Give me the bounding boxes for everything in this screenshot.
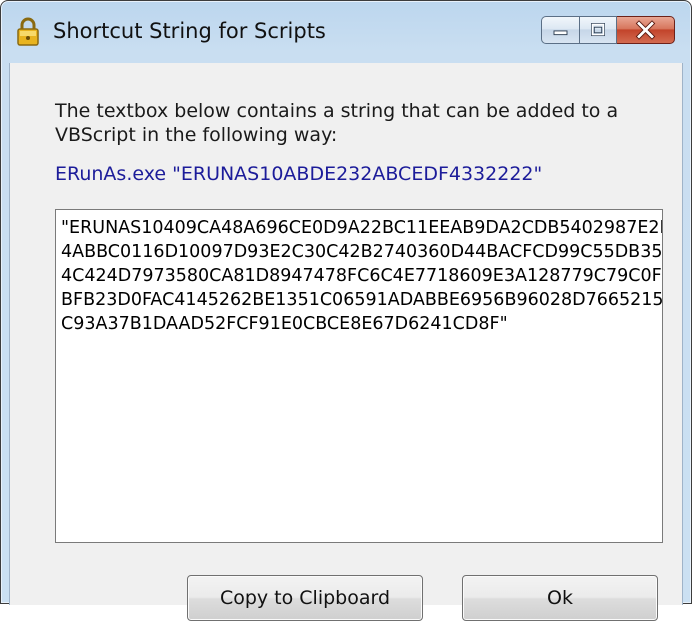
window-title: Shortcut String for Scripts [53,19,326,43]
script-string-value[interactable]: "ERUNAS10409CA48A696CE0D9A22BC11EEAB9DA2… [61,216,662,336]
maximize-button[interactable] [579,16,617,44]
script-string-textbox[interactable]: "ERUNAS10409CA48A696CE0D9A22BC11EEAB9DA2… [55,209,663,543]
copy-to-clipboard-button[interactable]: Copy to Clipboard [187,575,423,621]
close-button[interactable] [617,16,675,44]
maximize-icon [591,23,605,37]
dialog-window: Shortcut String for Scripts The textbox … [0,0,692,621]
dialog-body: The textbox below contains a string that… [9,63,683,621]
title-bar[interactable]: Shortcut String for Scripts [1,1,691,63]
lock-icon [15,17,41,47]
ok-button[interactable]: Ok [462,575,658,621]
caption-buttons [541,16,675,46]
description-text: The textbox below contains a string that… [55,100,619,146]
minimize-button[interactable] [541,16,579,44]
minimize-icon [553,30,568,36]
example-command: ERunAs.exe "ERUNAS10ABDE232ABCEDF4332222… [55,163,543,185]
close-icon [635,20,656,40]
